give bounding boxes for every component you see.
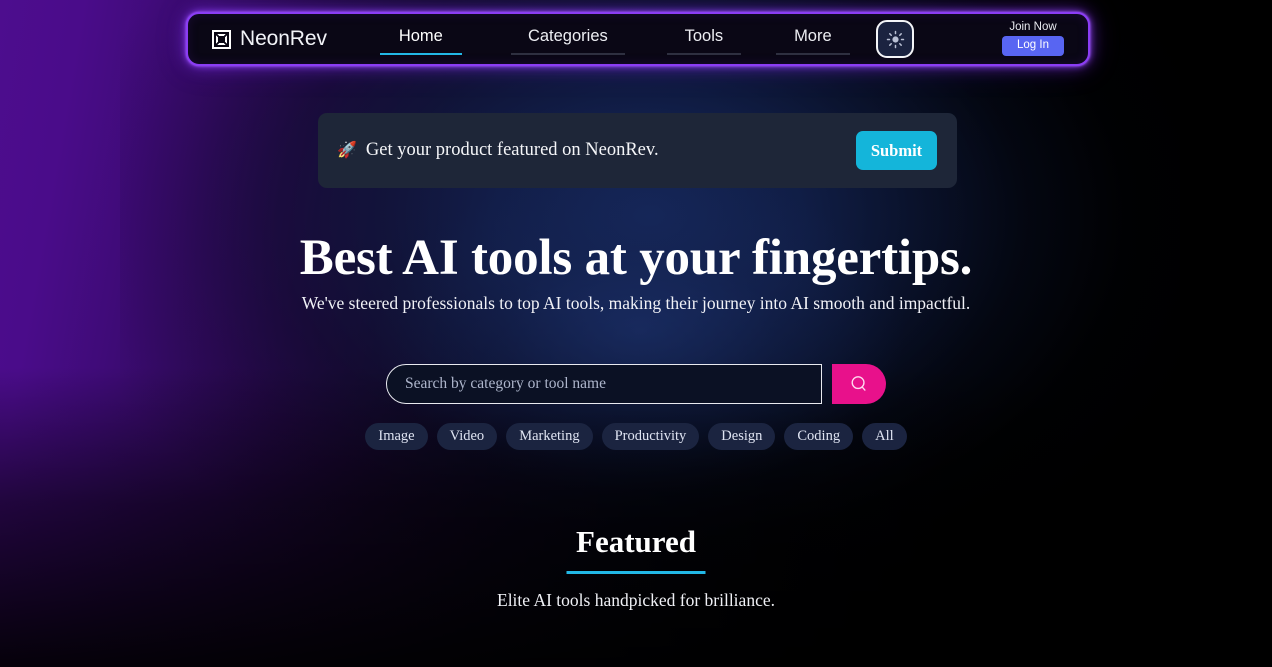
- nav-links: Home Categories Tools More: [379, 23, 876, 55]
- promo-banner: 🚀 Get your product featured on NeonRev. …: [318, 113, 957, 188]
- chip-image[interactable]: Image: [365, 423, 428, 450]
- sun-icon: [886, 30, 904, 48]
- search-button[interactable]: [832, 364, 886, 404]
- promo-message: Get your product featured on NeonRev.: [365, 140, 659, 160]
- chip-productivity[interactable]: Productivity: [601, 423, 700, 450]
- rocket-icon: 🚀: [337, 141, 357, 159]
- neonrev-logo-icon: [212, 29, 231, 49]
- nav-item-home[interactable]: Home: [379, 23, 462, 55]
- search-input[interactable]: [386, 364, 822, 404]
- featured-subtitle: Elite AI tools handpicked for brilliance…: [497, 590, 775, 610]
- navbar-container: NeonRev Home Categories Tools More Join …: [186, 12, 1090, 66]
- nav-item-tools[interactable]: Tools: [666, 23, 741, 55]
- chip-marketing[interactable]: Marketing: [506, 423, 593, 450]
- chip-all[interactable]: All: [862, 423, 907, 450]
- featured-title: Featured: [576, 524, 696, 559]
- hero-subtitle: We've steered professionals to top AI to…: [301, 293, 971, 313]
- auth-block: Join Now Log In: [995, 21, 1071, 57]
- submit-button[interactable]: Submit: [856, 131, 937, 170]
- hero-title: Best AI tools at your fingertips.: [299, 230, 973, 286]
- featured-underline: [566, 571, 706, 574]
- login-button[interactable]: Log In: [1002, 36, 1064, 57]
- search-row: [0, 364, 1272, 404]
- chip-design[interactable]: Design: [708, 423, 776, 450]
- category-chips: Image Video Marketing Productivity Desig…: [0, 423, 1272, 450]
- brand-logo[interactable]: NeonRev: [212, 27, 327, 51]
- theme-toggle-button[interactable]: [876, 20, 914, 58]
- promo-text-group: 🚀 Get your product featured on NeonRev.: [337, 140, 856, 161]
- nav-item-categories[interactable]: Categories: [510, 23, 625, 55]
- join-now-label[interactable]: Join Now: [1009, 21, 1056, 34]
- chip-coding[interactable]: Coding: [784, 423, 854, 450]
- search-icon: [851, 376, 866, 391]
- brand-name: NeonRev: [240, 27, 327, 50]
- chip-video[interactable]: Video: [436, 423, 498, 450]
- navbar: NeonRev Home Categories Tools More Join …: [186, 12, 1090, 66]
- nav-item-more[interactable]: More: [775, 23, 850, 55]
